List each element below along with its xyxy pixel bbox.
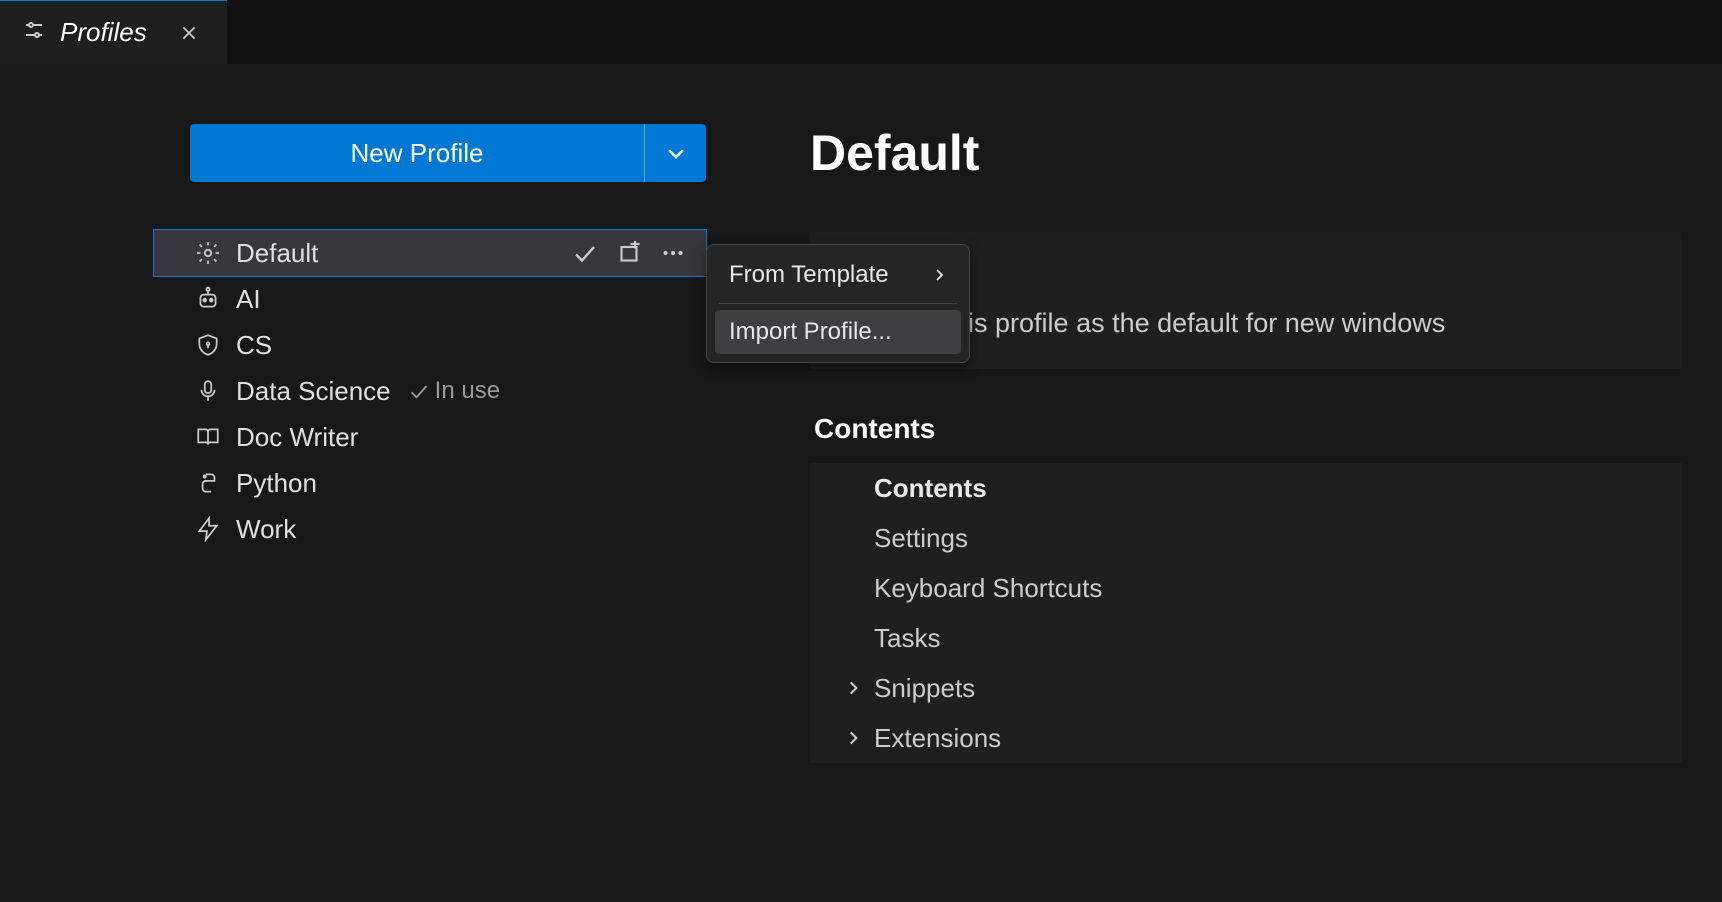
menu-label: From Template bbox=[729, 261, 889, 289]
profile-row-cs[interactable]: CS bbox=[154, 322, 706, 368]
profile-label: CS bbox=[236, 330, 272, 361]
profiles-sidebar: New Profile Default bbox=[0, 64, 750, 763]
profile-detail: Default Windows Use this profile as the … bbox=[750, 64, 1722, 763]
row-label: Keyboard Shortcuts bbox=[874, 573, 1102, 604]
new-profile-dropdown-trigger[interactable] bbox=[644, 124, 706, 182]
row-label: Settings bbox=[874, 523, 968, 554]
row-label: Snippets bbox=[874, 673, 975, 704]
chevron-right-icon bbox=[844, 729, 862, 747]
profile-label: Doc Writer bbox=[236, 422, 358, 453]
shield-icon bbox=[194, 332, 222, 358]
in-use-badge: In use bbox=[409, 377, 500, 405]
row-label: Tasks bbox=[874, 623, 940, 654]
profile-label: Python bbox=[236, 468, 317, 499]
checkbox-label: Use this profile as the default for new … bbox=[890, 308, 1445, 339]
menu-import-profile[interactable]: Import Profile... bbox=[715, 310, 961, 354]
contents-row-tasks[interactable]: Tasks bbox=[810, 613, 1682, 663]
more-actions-button[interactable] bbox=[658, 241, 688, 265]
profile-row-work[interactable]: Work bbox=[154, 506, 706, 552]
gear-icon bbox=[194, 240, 222, 266]
contents-heading: Contents bbox=[814, 413, 1682, 445]
check-icon bbox=[573, 241, 597, 265]
contents-row-extensions[interactable]: Extensions bbox=[810, 713, 1682, 763]
profile-label: Data Science bbox=[236, 376, 391, 407]
new-window-button[interactable] bbox=[614, 241, 644, 265]
menu-separator bbox=[719, 303, 957, 304]
book-icon bbox=[194, 424, 222, 450]
settings-sliders-icon bbox=[22, 18, 46, 47]
new-profile-button[interactable]: New Profile bbox=[190, 124, 706, 182]
new-profile-label: New Profile bbox=[190, 138, 644, 169]
contents-panel: Contents Settings Keyboard Shortcuts Tas… bbox=[810, 463, 1682, 763]
new-window-icon bbox=[617, 241, 641, 265]
profile-row-doc-writer[interactable]: Doc Writer bbox=[154, 414, 706, 460]
menu-from-template[interactable]: From Template bbox=[715, 253, 961, 297]
profile-label: Work bbox=[236, 514, 296, 545]
tab-bar-background bbox=[227, 0, 1722, 64]
use-profile-button[interactable] bbox=[570, 241, 600, 265]
tab-close-button[interactable] bbox=[173, 17, 205, 49]
profile-label: AI bbox=[236, 284, 261, 315]
row-label: Extensions bbox=[874, 723, 1001, 754]
contents-row-settings[interactable]: Settings bbox=[810, 513, 1682, 563]
chevron-down-icon bbox=[665, 142, 687, 164]
contents-row-keyboard[interactable]: Keyboard Shortcuts bbox=[810, 563, 1682, 613]
chevron-right-icon bbox=[931, 267, 947, 283]
new-profile-dropdown: From Template Import Profile... bbox=[706, 244, 970, 363]
profile-row-data-science[interactable]: Data Science In use bbox=[154, 368, 706, 414]
profile-row-ai[interactable]: AI bbox=[154, 276, 706, 322]
mic-icon bbox=[194, 378, 222, 404]
profile-row-default[interactable]: Default bbox=[154, 230, 706, 276]
profile-title: Default bbox=[810, 124, 1682, 182]
contents-row-contents[interactable]: Contents bbox=[810, 463, 1682, 513]
tab-label: Profiles bbox=[60, 17, 147, 48]
in-use-text: In use bbox=[435, 377, 500, 405]
row-label: Contents bbox=[874, 473, 987, 504]
profile-row-python[interactable]: Python bbox=[154, 460, 706, 506]
tab-profiles[interactable]: Profiles bbox=[0, 0, 227, 64]
profile-list: Default bbox=[154, 230, 706, 552]
robot-icon bbox=[194, 286, 222, 312]
ellipsis-icon bbox=[661, 241, 685, 265]
chevron-right-icon bbox=[844, 679, 862, 697]
zap-icon bbox=[194, 516, 222, 542]
snake-icon bbox=[194, 470, 222, 496]
tab-bar: Profiles bbox=[0, 0, 1722, 64]
contents-row-snippets[interactable]: Snippets bbox=[810, 663, 1682, 713]
check-icon bbox=[409, 381, 429, 401]
menu-label: Import Profile... bbox=[729, 318, 892, 346]
profile-label: Default bbox=[236, 238, 318, 269]
